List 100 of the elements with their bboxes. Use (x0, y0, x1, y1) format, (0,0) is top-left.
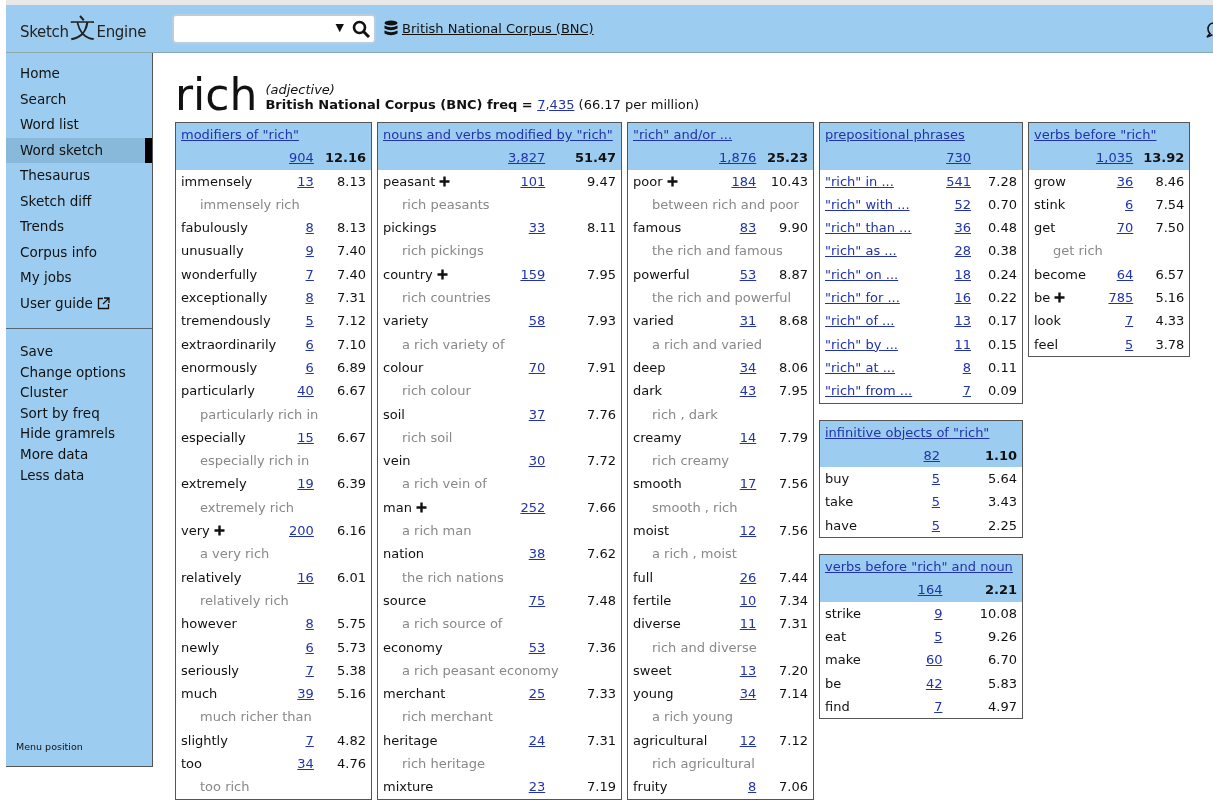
example-phrase[interactable]: a rich peasant economy (402, 662, 559, 678)
frequency-link[interactable]: 70 (1116, 220, 1134, 236)
frequency-link[interactable]: 7 (305, 662, 314, 678)
example-phrase[interactable]: rich agricultural (652, 756, 755, 771)
collocate-link[interactable]: "rich" by ... (825, 336, 898, 352)
frequency-link[interactable]: 53 (739, 266, 757, 282)
example-phrase[interactable]: too rich (200, 779, 250, 795)
search-field[interactable]: ▼ (172, 13, 376, 44)
nav-link[interactable]: User guide (6, 290, 152, 316)
frequency-link[interactable]: 14 (739, 429, 757, 445)
example-phrase[interactable]: a rich man (402, 523, 472, 539)
frequency-link[interactable]: 43 (739, 383, 757, 399)
example-phrase[interactable]: relatively rich (200, 592, 289, 608)
frequency-link[interactable]: 16 (297, 569, 314, 585)
frequency-link[interactable]: 164 (917, 582, 943, 598)
frequency-link[interactable]: 5 (1124, 336, 1134, 352)
frequency-link[interactable]: 9 (934, 605, 943, 621)
frequency-link[interactable]: 7 (305, 266, 314, 282)
corpus-link[interactable]: British National Corpus (BNC) (402, 18, 594, 39)
frequency-link[interactable]: 42 (925, 675, 943, 691)
collocate-link[interactable]: "rich" as ... (825, 243, 897, 259)
frequency-link[interactable]: 25 (528, 686, 546, 702)
example-phrase[interactable]: smooth , rich (652, 499, 738, 515)
frequency-link[interactable]: 159 (520, 266, 546, 282)
nav-link[interactable]: Home (6, 61, 152, 87)
frequency-link[interactable]: 7,435 (537, 97, 575, 112)
nav-link[interactable]: My jobs (6, 265, 152, 291)
frequency-link[interactable]: 26 (739, 569, 757, 585)
example-phrase[interactable]: rich pickings (402, 243, 484, 259)
example-phrase[interactable]: between rich and poor (652, 196, 799, 212)
example-phrase[interactable]: a very rich (200, 546, 270, 562)
frequency-link[interactable]: 6 (305, 336, 314, 352)
frequency-link[interactable]: 7 (962, 383, 971, 399)
frequency-link[interactable]: 101 (520, 173, 546, 189)
example-phrase[interactable]: the rich and powerful (652, 290, 792, 306)
frequency-link[interactable]: 53 (528, 639, 546, 655)
example-phrase[interactable]: a rich variety of (402, 336, 505, 352)
nav-link[interactable]: Word list (6, 112, 152, 138)
example-phrase[interactable]: the rich nations (402, 569, 504, 585)
frequency-link[interactable]: 83 (739, 220, 757, 236)
frequency-link[interactable]: 11 (954, 336, 971, 352)
frequency-link[interactable]: 7 (934, 698, 943, 714)
frequency-link[interactable]: 12 (739, 732, 757, 748)
frequency-link[interactable]: 8 (305, 616, 314, 632)
example-phrase[interactable]: get rich (1053, 243, 1103, 259)
frequency-link[interactable]: 11 (739, 616, 757, 632)
collocate-link[interactable]: "rich" on ... (825, 266, 899, 282)
frequency-link[interactable]: 541 (946, 173, 971, 189)
frequency-link[interactable]: 785 (1108, 290, 1134, 306)
frequency-link[interactable]: 34 (739, 359, 757, 375)
nav-link[interactable]: Thesaurus (6, 163, 152, 189)
frequency-link[interactable]: 5 (931, 471, 941, 487)
example-phrase[interactable]: rich countries (402, 290, 491, 306)
collocate-link[interactable]: "rich" than ... (825, 220, 912, 236)
nav-link[interactable]: Word sketch (6, 137, 152, 163)
frequency-link[interactable]: 17 (739, 476, 757, 492)
frequency-link[interactable]: 10 (739, 592, 757, 608)
frequency-link[interactable]: 75 (528, 592, 546, 608)
menu-option[interactable]: Cluster (6, 382, 152, 403)
menu-option[interactable]: Less data (6, 464, 152, 486)
frequency-link[interactable]: 200 (289, 523, 314, 539)
nav-link[interactable]: Search (6, 86, 152, 112)
frequency-link[interactable]: 5 (931, 494, 941, 510)
frequency-link[interactable]: 31 (739, 313, 757, 329)
frequency-link[interactable]: 52 (954, 196, 971, 212)
frequency-link[interactable]: 5 (931, 517, 941, 533)
frequency-link[interactable]: 3,827 (508, 150, 546, 166)
collocate-link[interactable]: "rich" in ... (825, 173, 894, 189)
frequency-link[interactable]: 1,876 (719, 150, 757, 166)
frequency-link[interactable]: 34 (297, 756, 314, 771)
frequency-link[interactable]: 82 (923, 447, 941, 463)
nav-link[interactable]: Trends (6, 214, 152, 240)
menu-option[interactable]: Sort by freq (6, 402, 152, 424)
frequency-link[interactable]: 8 (962, 359, 971, 375)
frequency-link[interactable]: 38 (528, 546, 546, 562)
frequency-link[interactable]: 36 (954, 220, 971, 236)
example-phrase[interactable]: rich soil (402, 429, 453, 445)
example-phrase[interactable]: rich merchant (402, 709, 493, 725)
frequency-link[interactable]: 252 (520, 499, 546, 515)
frequency-link[interactable]: 13 (739, 662, 757, 678)
frequency-link[interactable]: 15 (297, 429, 314, 445)
example-phrase[interactable]: a rich , moist (652, 546, 737, 562)
plus-icon[interactable] (666, 175, 678, 187)
frequency-link[interactable]: 6 (305, 359, 314, 375)
example-phrase[interactable]: a rich vein of (402, 476, 487, 492)
nav-link[interactable]: Sketch diff (6, 188, 152, 214)
frequency-link[interactable]: 64 (1116, 266, 1134, 282)
frequency-link[interactable]: 39 (297, 686, 314, 702)
frequency-link[interactable]: 24 (528, 732, 546, 748)
frequency-link[interactable]: 12 (739, 523, 757, 539)
frequency-link[interactable]: 6 (305, 639, 314, 655)
example-phrase[interactable]: rich , dark (652, 406, 718, 422)
frequency-link[interactable]: 28 (954, 243, 971, 259)
collocate-link[interactable]: "rich" of ... (825, 313, 895, 329)
example-phrase[interactable]: rich heritage (402, 756, 485, 771)
frequency-link[interactable]: 5 (305, 313, 314, 329)
plus-icon[interactable] (436, 268, 448, 280)
example-phrase[interactable]: rich and diverse (652, 639, 757, 655)
plus-icon[interactable] (439, 175, 451, 187)
nav-link[interactable]: Corpus info (6, 239, 152, 265)
